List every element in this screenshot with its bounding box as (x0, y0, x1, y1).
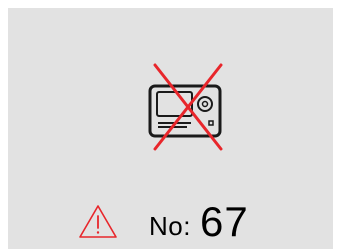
no-storage-device-icon (148, 63, 223, 151)
error-code-row: No: 67 (78, 198, 249, 244)
disc-outer (197, 96, 213, 112)
error-code: 67 (199, 198, 249, 245)
error-panel: No: 67 (8, 8, 333, 249)
disc-inner (201, 100, 209, 108)
error-label: No: (149, 210, 191, 241)
warning-triangle-icon (79, 205, 117, 238)
